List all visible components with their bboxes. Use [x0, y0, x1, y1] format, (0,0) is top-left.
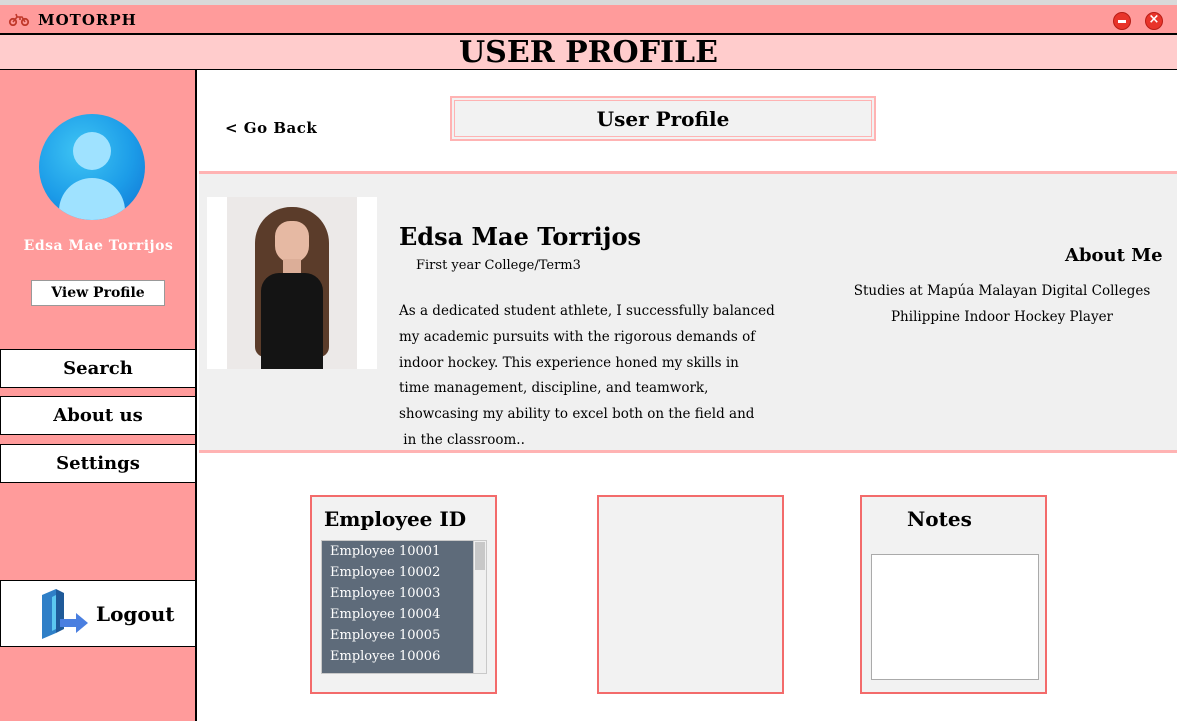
about-line: Philippine Indoor Hockey Player: [890, 309, 1114, 325]
app-title: MOTORPH: [38, 11, 137, 29]
profile-level: First year College/Term3: [416, 258, 581, 273]
minimize-icon[interactable]: [1113, 12, 1131, 30]
view-profile-button[interactable]: View Profile: [31, 280, 165, 306]
list-item[interactable]: Employee 10002: [322, 562, 486, 583]
title-bar[interactable]: MOTORPH ×: [0, 0, 1177, 33]
bio-line: time management, discipline, and teamwor…: [399, 380, 709, 397]
profile-photo: [207, 197, 377, 369]
bio-line: showcasing my ability to excel both on t…: [399, 406, 755, 423]
list-item[interactable]: Employee 10005: [322, 625, 486, 646]
empty-card: [597, 495, 784, 694]
notes-card: Notes: [860, 495, 1047, 694]
profile-bio: As a dedicated student athlete, I succes…: [399, 299, 775, 454]
employee-list[interactable]: Employee 10001 Employee 10002 Employee 1…: [321, 540, 487, 674]
sidebar-item-about-us[interactable]: About us: [0, 396, 196, 435]
section-title-box: User Profile: [450, 96, 876, 141]
about-line: Studies at Mapúa Malayan Digital College…: [853, 283, 1151, 299]
notes-title: Notes: [907, 507, 972, 531]
list-item[interactable]: Employee 10006: [322, 646, 486, 667]
scrollbar-thumb[interactable]: [475, 542, 485, 570]
motorcycle-icon: [8, 13, 30, 26]
about-me-title: About Me: [1065, 245, 1163, 266]
sidebar-item-settings[interactable]: Settings: [0, 444, 196, 483]
sidebar-username: Edsa Mae Torrijos: [23, 238, 174, 254]
profile-name: Edsa Mae Torrijos: [399, 222, 641, 251]
bio-line: in the classroom..: [399, 431, 525, 448]
list-item[interactable]: Employee 10001: [322, 541, 486, 562]
list-scrollbar[interactable]: [473, 541, 486, 673]
employee-id-title: Employee ID: [324, 507, 467, 531]
close-icon[interactable]: ×: [1145, 12, 1163, 30]
profile-panel: Edsa Mae Torrijos First year College/Ter…: [199, 171, 1177, 453]
page-header: USER PROFILE: [0, 33, 1177, 70]
list-item[interactable]: Employee 10003: [322, 583, 486, 604]
user-avatar-icon: [39, 114, 145, 220]
bio-line: indoor hockey. This experience honed my …: [399, 354, 739, 371]
go-back-link[interactable]: < Go Back: [225, 119, 317, 137]
logout-button[interactable]: Logout: [0, 580, 196, 647]
logout-door-icon: [42, 589, 88, 639]
app-window: MOTORPH × USER PROFILE Edsa Mae Torrijos…: [0, 0, 1177, 721]
sidebar-item-search[interactable]: Search: [0, 349, 196, 388]
bio-line: As a dedicated student athlete, I succes…: [399, 303, 775, 319]
list-item[interactable]: Employee 10004: [322, 604, 486, 625]
logout-label: Logout: [96, 602, 175, 626]
page-title: USER PROFILE: [459, 35, 718, 70]
sidebar: Edsa Mae Torrijos View Profile Search Ab…: [0, 70, 197, 721]
bio-line: my academic pursuits with the rigorous d…: [399, 328, 756, 345]
employee-id-card: Employee ID Employee 10001 Employee 1000…: [310, 495, 497, 694]
notes-textarea[interactable]: [871, 554, 1039, 680]
